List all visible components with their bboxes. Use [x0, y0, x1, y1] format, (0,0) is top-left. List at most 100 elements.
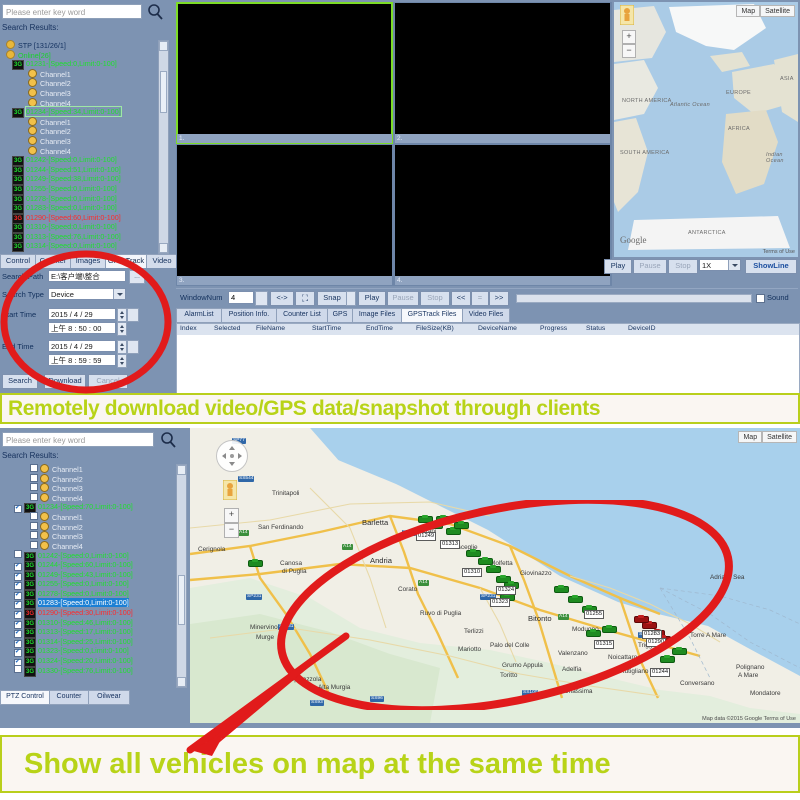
tree-channel[interactable]: Channel2	[2, 521, 172, 532]
map-play-button[interactable]: Play	[604, 259, 632, 274]
tree-channel[interactable]: Channel1	[2, 464, 172, 474]
tree-device-01278[interactable]: 3G01278-[Speed:0,Limit:0-100]	[2, 589, 172, 600]
tree-device-01249[interactable]: 3G 01249-[Speed:38,Limit:0-100]	[2, 174, 162, 186]
map-type-map[interactable]: Map	[738, 431, 763, 443]
tree-device-01234[interactable]: 3G 01234-[Speed:34,Limit:0-100]	[2, 106, 162, 119]
tab-counter[interactable]: Counter	[49, 690, 89, 705]
tab-oilwear[interactable]: Oilwear	[88, 690, 130, 705]
tree-root[interactable]: STP [131/26/1]	[2, 40, 162, 50]
tree-device-01242[interactable]: 3G 01242-[Speed:0,Limit:0-100]	[2, 155, 162, 167]
scroll-up-arrow[interactable]	[177, 465, 186, 475]
windownum-input[interactable]: 4	[228, 291, 254, 304]
col-header-deviceid[interactable]: DeviceID	[628, 325, 656, 332]
start-time-spinner[interactable]	[117, 322, 127, 336]
vehicle-map[interactable]: Trinitapoli San Ferdinando Cerignola Barlet…	[190, 428, 800, 723]
bottom-tabstrip[interactable]: AlarmList Position Info. Counter List GPS Im…	[176, 308, 798, 323]
files-table-body[interactable]	[176, 335, 800, 393]
showline-button[interactable]: ShowLine	[745, 259, 797, 274]
tree-device-01255[interactable]: 3G01255-[Speed:0,Limit:0-100]	[2, 184, 162, 195]
video-pane-2[interactable]: 2.	[395, 3, 610, 143]
device-tree-scrollbar[interactable]	[158, 40, 169, 254]
start-date-spinner[interactable]	[117, 308, 127, 322]
playback-slider[interactable]	[516, 294, 752, 303]
tree-device-01249[interactable]: 3G01249-[Speed:43,Limit:0-100]	[2, 570, 172, 581]
panel-tabstrip[interactable]: Control Counter Images GPS Track Video	[0, 254, 178, 268]
tree-channel[interactable]: Channel1	[2, 511, 172, 522]
tree-channel[interactable]: Channel4	[2, 492, 172, 503]
tree-device-01244[interactable]: 3G 01244-[Speed:51,Limit:0-100]	[2, 165, 162, 176]
tree-device-01310[interactable]: 3G 01310-[Speed:0,Limit:0-100]	[2, 222, 162, 234]
channel-checkbox[interactable]	[30, 483, 38, 492]
vehicle-marker[interactable]	[418, 514, 433, 523]
download-button[interactable]: Download	[44, 374, 86, 389]
tab-gps-track[interactable]: GPS Track	[105, 254, 147, 268]
tab-counter-list[interactable]: Counter List	[276, 308, 328, 323]
tree-device-01231[interactable]: 3G 01231-[Speed:0,Limit:0-100]	[2, 59, 162, 71]
tree-channel[interactable]: Channel4	[2, 540, 172, 551]
col-header-status[interactable]: Status	[586, 325, 605, 332]
tree-device-01290[interactable]: 3G01290-[Speed:30,Limit:0-100]	[2, 608, 172, 619]
vehicle-marker[interactable]	[602, 624, 617, 633]
toolbar-play-button[interactable]: Play	[358, 291, 386, 306]
map-pan-control[interactable]	[216, 440, 248, 472]
map-type-map[interactable]: Map	[736, 5, 761, 17]
vehicle-marker[interactable]	[436, 514, 451, 523]
device-tree-2-scrollbar[interactable]	[176, 464, 187, 688]
scroll-up-arrow[interactable]	[159, 41, 168, 51]
tree-channel[interactable]: Channel1	[2, 116, 162, 127]
magnifier-icon[interactable]	[159, 431, 179, 449]
prev-button[interactable]: <<	[451, 291, 471, 306]
scroll-thumb[interactable]	[160, 71, 167, 113]
tab-gpstrack-files[interactable]: GPSTrack Files	[401, 308, 463, 323]
col-header-starttime[interactable]: StartTime	[312, 325, 341, 332]
tree-device-01313[interactable]: 3G01313-[Speed:17,Limit:0-100]	[2, 627, 172, 639]
tab-counter[interactable]: Counter	[35, 254, 71, 268]
next-button[interactable]: >>	[489, 291, 509, 306]
video-pane-3[interactable]: 3.	[177, 145, 392, 285]
world-map[interactable]: NORTH AMERICA SOUTH AMERICA EUROPE AFRIC…	[614, 2, 798, 257]
scroll-down-arrow[interactable]	[177, 677, 186, 687]
browse-button[interactable]: ...	[129, 270, 145, 284]
pegman-icon[interactable]	[619, 4, 635, 26]
tree-device-01242[interactable]: 3G 01242-[Speed:0,Limit:0-100]	[2, 550, 172, 563]
channel-checkbox[interactable]	[30, 464, 38, 472]
fullscreen-icon[interactable]: ⛶	[295, 291, 315, 306]
magnifier-icon[interactable]	[146, 3, 166, 21]
scroll-thumb[interactable]	[178, 575, 185, 625]
map-type-satellite[interactable]: Satellite	[760, 5, 795, 17]
search-button[interactable]: Search	[2, 374, 38, 389]
end-date-dropdown[interactable]	[127, 340, 139, 354]
video-pane-1[interactable]: 1.	[176, 2, 393, 144]
tree-channel[interactable]: Channel2	[2, 473, 172, 484]
tree-device-01314[interactable]: 3G01314-[Speed:25,Limit:0-100]	[2, 637, 172, 648]
vehicle-marker[interactable]	[248, 558, 263, 567]
search-type-select[interactable]: Device	[48, 288, 126, 300]
tree-channel[interactable]: Channel3	[2, 531, 172, 541]
tree-device-01324[interactable]: 3G01324-[Speed:20,Limit:0-100]	[2, 656, 172, 667]
search-path-input[interactable]: E:\客户端\整合	[48, 270, 126, 282]
pegman-icon[interactable]	[222, 479, 238, 501]
col-header-progress[interactable]: Progress	[540, 325, 567, 332]
col-header-filesize-kb-[interactable]: FileSize(KB)	[416, 325, 454, 332]
tree-device-01314[interactable]: 3G 01314-[Speed:0,Limit:0-100]	[2, 241, 162, 252]
tree-channel[interactable]: Channel1	[2, 68, 162, 79]
vehicle-marker-01310[interactable]	[478, 556, 493, 565]
tab-images[interactable]: Images	[70, 254, 106, 268]
tree-channel[interactable]: Channel2	[2, 78, 162, 88]
device-tree-2[interactable]: Channel1Channel2Channel3Channel43G01234-…	[2, 464, 172, 686]
vehicle-marker[interactable]	[554, 584, 569, 593]
channel-checkbox[interactable]	[30, 511, 38, 520]
panel-tabstrip-2[interactable]: PTZ Control Counter Oilwear	[0, 690, 190, 705]
vehicle-marker[interactable]	[466, 548, 481, 557]
tab-position-info-[interactable]: Position Info.	[221, 308, 277, 323]
tree-device-01244[interactable]: 3G01244-[Speed:60,Limit:0-100]	[2, 560, 172, 571]
zoom-in-button[interactable]: +	[622, 30, 636, 44]
snap-dropdown[interactable]	[346, 291, 356, 306]
search-input[interactable]: Please enter key word	[2, 4, 142, 19]
tree-channel[interactable]: Channel3	[2, 483, 172, 493]
terms-of-use-link[interactable]: Terms of Use	[763, 249, 795, 255]
col-header-filename[interactable]: FileName	[256, 325, 285, 332]
map-type-satellite[interactable]: Satellite	[762, 431, 797, 443]
tree-device-01290[interactable]: 3G 01290-[Speed:60,Limit:0-100]	[2, 213, 162, 224]
zoom-out-button[interactable]: −	[622, 44, 636, 58]
